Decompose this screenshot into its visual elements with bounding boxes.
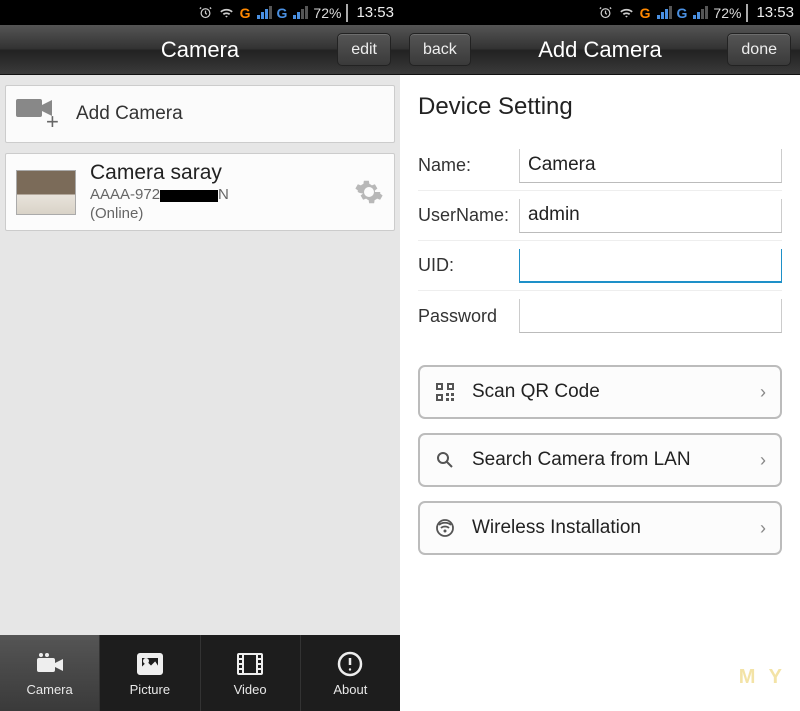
- tab-picture-label: Picture: [130, 682, 170, 697]
- add-camera-form: Device Setting Name: UserName: UID: Pass…: [400, 75, 800, 711]
- tab-about[interactable]: About: [301, 635, 400, 711]
- clock: 13:53: [756, 4, 794, 21]
- field-password: Password: [418, 291, 782, 341]
- camera-list-content: + Add Camera Camera saray AAAA-972 N (Onl…: [0, 75, 400, 635]
- video-icon: [234, 650, 266, 678]
- picture-icon: [134, 650, 166, 678]
- header-left: Camera edit: [0, 25, 400, 75]
- name-input[interactable]: [519, 149, 782, 183]
- bottom-nav: Camera Picture Video About: [0, 635, 400, 711]
- chevron-right-icon: ›: [760, 382, 766, 403]
- page-title: Add Camera: [538, 37, 662, 63]
- scan-qr-button[interactable]: Scan QR Code ›: [418, 365, 782, 419]
- uid-redacted: [160, 190, 218, 202]
- username-input[interactable]: [519, 199, 782, 233]
- camera-thumbnail: [16, 170, 76, 215]
- camera-info: Camera saray AAAA-972 N (Online): [90, 160, 340, 224]
- screen-camera-list: G G 72% 13:53 Camera edit + Add Camera C…: [0, 0, 400, 711]
- carrier-1-label: G: [640, 5, 651, 21]
- about-icon: [334, 650, 366, 678]
- statusbar: G G 72% 13:53: [0, 0, 400, 25]
- alarm-icon: [198, 5, 213, 20]
- field-username: UserName:: [418, 191, 782, 241]
- add-camera-label: Add Camera: [76, 103, 183, 125]
- signal-2-icon: [693, 6, 708, 19]
- uid-suffix: N: [218, 186, 229, 205]
- tab-video-label: Video: [234, 682, 267, 697]
- qr-icon: [434, 383, 456, 401]
- tab-camera-label: Camera: [27, 682, 73, 697]
- statusbar: G G 72% 13:53: [400, 0, 800, 25]
- wireless-install-button[interactable]: Wireless Installation ›: [418, 501, 782, 555]
- carrier-1-label: G: [240, 5, 251, 21]
- clock: 13:53: [356, 4, 394, 21]
- search-lan-label: Search Camera from LAN: [472, 449, 744, 471]
- camera-icon: [34, 650, 66, 678]
- carrier-2-label: G: [677, 5, 688, 21]
- chevron-right-icon: ›: [760, 518, 766, 539]
- signal-2-icon: [293, 6, 308, 19]
- camera-uid: AAAA-972 N: [90, 186, 340, 205]
- alarm-icon: [598, 5, 613, 20]
- battery-icon: [746, 5, 748, 21]
- battery-pct: 72%: [313, 5, 341, 21]
- field-name: Name:: [418, 141, 782, 191]
- done-button[interactable]: done: [727, 33, 791, 66]
- add-camera-icon: +: [16, 97, 60, 131]
- tab-video[interactable]: Video: [201, 635, 301, 711]
- tab-about-label: About: [333, 682, 367, 697]
- camera-row[interactable]: Camera saray AAAA-972 N (Online): [5, 153, 395, 231]
- battery-icon: [346, 5, 348, 21]
- uid-label: UID:: [418, 255, 519, 276]
- signal-1-icon: [657, 6, 672, 19]
- uid-prefix: AAAA-972: [90, 186, 160, 205]
- svg-text:+: +: [46, 109, 59, 131]
- signal-1-icon: [257, 6, 272, 19]
- chevron-right-icon: ›: [760, 450, 766, 471]
- page-title: Camera: [161, 37, 239, 63]
- wifi-icon: [618, 5, 635, 20]
- wifi-icon: [218, 5, 235, 20]
- camera-status: (Online): [90, 205, 340, 224]
- header-right: back Add Camera done: [400, 25, 800, 75]
- wireless-install-label: Wireless Installation: [472, 517, 744, 539]
- gear-icon[interactable]: [354, 177, 384, 207]
- carrier-2-label: G: [277, 5, 288, 21]
- uid-input[interactable]: [519, 249, 782, 283]
- add-camera-row[interactable]: + Add Camera: [5, 85, 395, 143]
- search-icon: [434, 451, 456, 469]
- screen-add-camera: G G 72% 13:53 back Add Camera done Devic…: [400, 0, 800, 711]
- username-label: UserName:: [418, 205, 519, 226]
- tab-camera[interactable]: Camera: [0, 635, 100, 711]
- wireless-icon: [434, 518, 456, 538]
- back-button[interactable]: back: [409, 33, 471, 66]
- field-uid: UID:: [418, 241, 782, 291]
- scan-qr-label: Scan QR Code: [472, 381, 744, 403]
- camera-name: Camera saray: [90, 160, 340, 186]
- name-label: Name:: [418, 155, 519, 176]
- battery-pct: 72%: [713, 5, 741, 21]
- tab-picture[interactable]: Picture: [100, 635, 200, 711]
- search-lan-button[interactable]: Search Camera from LAN ›: [418, 433, 782, 487]
- section-title: Device Setting: [418, 93, 782, 121]
- password-label: Password: [418, 306, 519, 327]
- password-input[interactable]: [519, 299, 782, 333]
- edit-button[interactable]: edit: [337, 33, 391, 66]
